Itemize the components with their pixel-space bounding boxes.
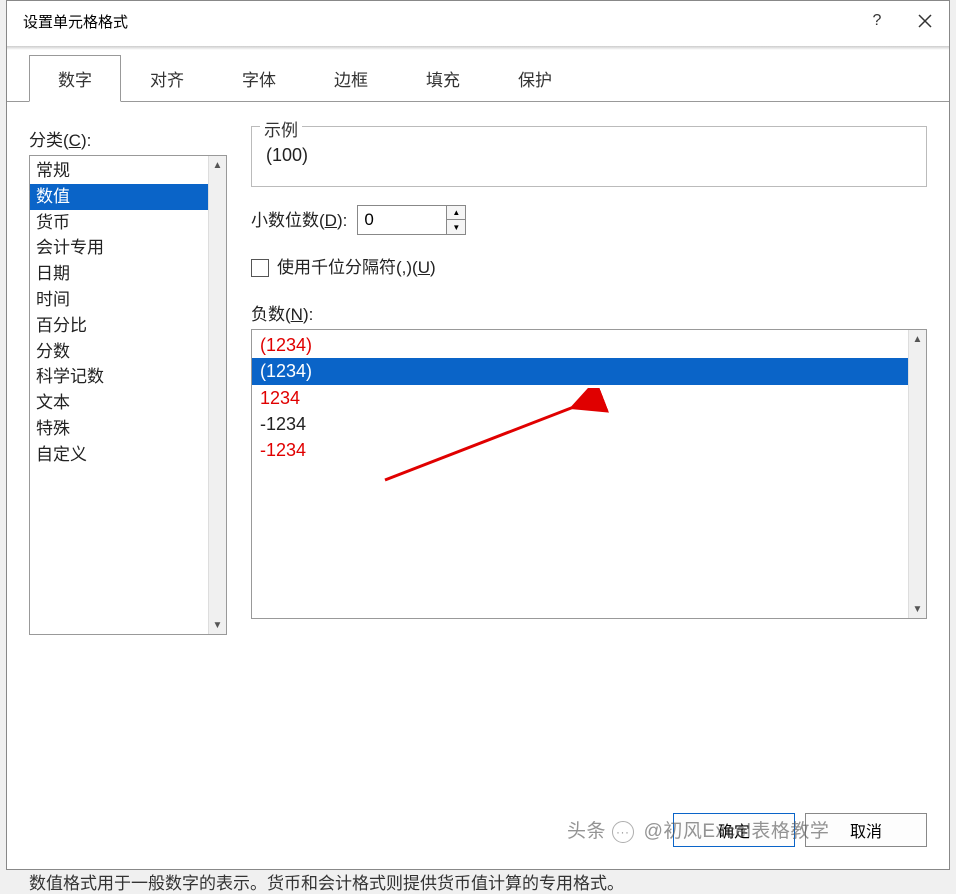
thousands-row[interactable]: 使用千位分隔符(,)(U) bbox=[251, 253, 927, 282]
negative-format-item[interactable]: -1234 bbox=[252, 411, 908, 437]
spinner-down-icon[interactable]: ▼ bbox=[447, 220, 465, 234]
category-label: 分类(C): bbox=[29, 126, 227, 151]
dialog-title: 设置单元格格式 bbox=[23, 11, 853, 32]
negative-format-item[interactable]: -1234 bbox=[252, 437, 908, 463]
sample-value: (100) bbox=[262, 133, 916, 170]
scroll-down-icon[interactable]: ▼ bbox=[209, 616, 226, 634]
titlebar: 设置单元格格式 ? bbox=[7, 1, 949, 41]
spinner-up-icon[interactable]: ▲ bbox=[447, 206, 465, 220]
scrollbar[interactable]: ▲ ▼ bbox=[908, 330, 926, 618]
scroll-up-icon[interactable]: ▲ bbox=[909, 330, 926, 348]
tab-number[interactable]: 数字 bbox=[29, 55, 121, 102]
negative-format-item[interactable]: (1234) bbox=[252, 332, 908, 358]
category-item[interactable]: 数值 bbox=[30, 184, 208, 210]
tab-fill[interactable]: 填充 bbox=[397, 55, 489, 102]
scroll-down-icon[interactable]: ▼ bbox=[909, 600, 926, 618]
ok-button[interactable]: 确定 bbox=[673, 813, 795, 847]
category-item[interactable]: 文本 bbox=[30, 390, 208, 416]
tab-protection[interactable]: 保护 bbox=[489, 55, 581, 102]
category-item[interactable]: 会计专用 bbox=[30, 235, 208, 261]
close-icon bbox=[918, 14, 932, 28]
category-item[interactable]: 货币 bbox=[30, 210, 208, 236]
thousands-checkbox[interactable] bbox=[251, 259, 269, 277]
scroll-up-icon[interactable]: ▲ bbox=[209, 156, 226, 174]
tab-panel-number: 分类(C): 常规数值货币会计专用日期时间百分比分数科学记数文本特殊自定义 ▲ … bbox=[7, 101, 949, 829]
tab-alignment[interactable]: 对齐 bbox=[121, 55, 213, 102]
decimals-spinner[interactable]: ▲ ▼ bbox=[357, 205, 466, 235]
format-description: 数值格式用于一般数字的表示。货币和会计格式则提供货币值计算的专用格式。 bbox=[29, 869, 927, 894]
negative-listbox[interactable]: (1234)(1234)1234-1234-1234 ▲ ▼ bbox=[251, 329, 927, 619]
category-item[interactable]: 日期 bbox=[30, 261, 208, 287]
decimals-label: 小数位数(D): bbox=[251, 206, 347, 231]
dialog-buttons: 确定 取消 bbox=[673, 813, 927, 847]
sample-legend: 示例 bbox=[260, 116, 302, 141]
decimals-row: 小数位数(D): ▲ ▼ bbox=[251, 205, 927, 235]
category-item[interactable]: 常规 bbox=[30, 158, 208, 184]
decimals-input[interactable] bbox=[357, 205, 447, 235]
shadow bbox=[7, 46, 949, 50]
close-button[interactable] bbox=[901, 1, 949, 41]
help-button[interactable]: ? bbox=[853, 1, 901, 41]
scrollbar[interactable]: ▲ ▼ bbox=[208, 156, 226, 634]
negative-label: 负数(N): bbox=[251, 300, 927, 325]
thousands-label: 使用千位分隔符(,)(U) bbox=[277, 253, 436, 278]
cancel-button[interactable]: 取消 bbox=[805, 813, 927, 847]
tabs: 数字 对齐 字体 边框 填充 保护 bbox=[29, 55, 949, 102]
tab-border[interactable]: 边框 bbox=[305, 55, 397, 102]
category-item[interactable]: 时间 bbox=[30, 287, 208, 313]
negative-format-item[interactable]: (1234) bbox=[252, 358, 908, 384]
category-item[interactable]: 特殊 bbox=[30, 416, 208, 442]
category-listbox[interactable]: 常规数值货币会计专用日期时间百分比分数科学记数文本特殊自定义 ▲ ▼ bbox=[29, 155, 227, 635]
category-item[interactable]: 分数 bbox=[30, 339, 208, 365]
tab-font[interactable]: 字体 bbox=[213, 55, 305, 102]
category-item[interactable]: 科学记数 bbox=[30, 364, 208, 390]
category-item[interactable]: 自定义 bbox=[30, 442, 208, 468]
negative-format-item[interactable]: 1234 bbox=[252, 385, 908, 411]
format-cells-dialog: 设置单元格格式 ? 数字 对齐 字体 边框 填充 保护 分类(C): 常规数值货… bbox=[6, 0, 950, 870]
sample-fieldset: 示例 (100) bbox=[251, 126, 927, 187]
category-item[interactable]: 百分比 bbox=[30, 313, 208, 339]
